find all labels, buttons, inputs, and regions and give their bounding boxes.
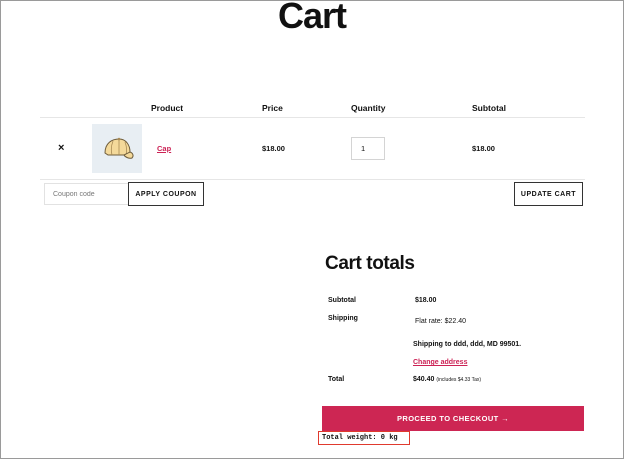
column-header-subtotal: Subtotal (472, 103, 506, 113)
tax-note: (includes $4.33 Tax) (436, 377, 482, 383)
total-value: $40.40 (413, 376, 435, 383)
proceed-to-checkout-button[interactable]: PROCEED TO CHECKOUT → (322, 406, 584, 431)
table-header-divider (40, 117, 585, 118)
total-weight-label: Total weight: 0 kg (318, 431, 410, 445)
cap-icon (104, 137, 134, 159)
item-subtotal: $18.00 (472, 144, 495, 153)
cart-totals-title: Cart totals (325, 253, 415, 274)
page-title: Cart (277, 0, 347, 36)
shipping-to-address: ddd, ddd, MD 99501. (453, 341, 522, 348)
shipping-to-prefix: Shipping to (413, 341, 452, 348)
update-cart-button[interactable]: UPDATE CART (514, 182, 583, 206)
quantity-input[interactable] (351, 137, 385, 160)
item-price: $18.00 (262, 144, 285, 153)
subtotal-value: $18.00 (415, 297, 437, 304)
column-header-product: Product (151, 103, 184, 113)
total-value-group: $40.40 (includes $4.33 Tax) (413, 376, 481, 383)
shipping-destination: Shipping to ddd, ddd, MD 99501. (413, 341, 521, 348)
product-link-cap[interactable]: Cap (157, 144, 171, 153)
change-address-link[interactable]: Change address (413, 359, 467, 366)
screenshot-frame (0, 0, 624, 459)
product-thumbnail[interactable] (92, 124, 142, 173)
shipping-method: Flat rate: $22.40 (415, 318, 466, 325)
remove-item-button[interactable]: × (58, 142, 64, 154)
table-row-divider (40, 179, 585, 180)
apply-coupon-button[interactable]: APPLY COUPON (128, 182, 204, 206)
subtotal-label: Subtotal (328, 297, 356, 304)
shipping-label: Shipping (328, 315, 358, 322)
column-header-quantity: Quantity (351, 103, 386, 113)
total-label: Total (328, 376, 345, 383)
coupon-code-input[interactable] (44, 183, 130, 205)
column-header-price: Price (262, 103, 283, 113)
